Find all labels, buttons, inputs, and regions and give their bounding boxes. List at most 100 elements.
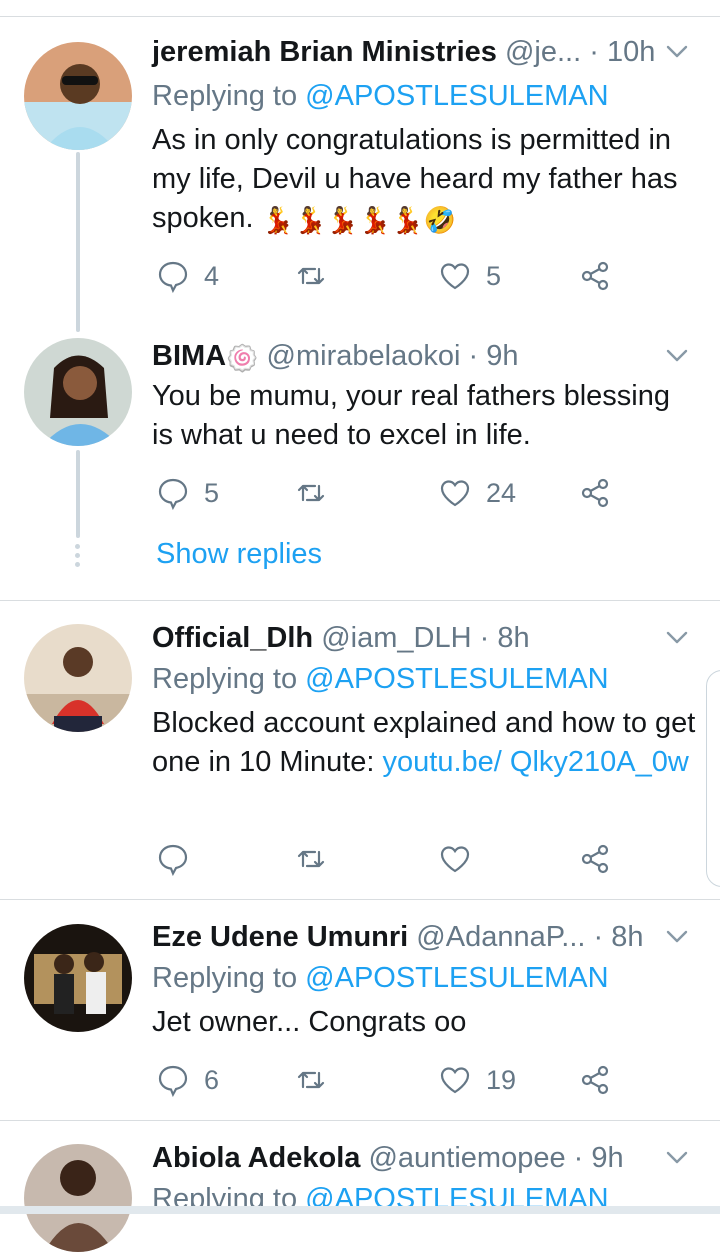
share-icon [581, 1065, 609, 1095]
reply-button[interactable] [156, 839, 204, 879]
author-name-emoji: 🍥 [226, 343, 259, 373]
tweet-header: Official_Dlh @iam_DLH · 8h [152, 618, 692, 658]
avatar[interactable] [24, 42, 132, 150]
replying-to: Replying to @APOSTLESULEMAN [152, 958, 609, 998]
tweet-actions: 4 5 [152, 256, 622, 296]
retweet-icon [297, 1071, 325, 1089]
retweet-button[interactable] [294, 473, 342, 513]
reply-icon [158, 1065, 188, 1097]
tweet-time: 8h [611, 921, 644, 953]
retweet-icon [297, 267, 325, 285]
reply-button[interactable]: 4 [156, 256, 219, 296]
like-button[interactable]: 24 [438, 473, 516, 513]
reply-button[interactable]: 6 [156, 1060, 219, 1100]
author-name[interactable]: Abiola Adekola [152, 1142, 360, 1174]
avatar[interactable] [24, 1144, 132, 1252]
like-icon [440, 1067, 470, 1094]
author-name[interactable]: Eze Udene Umunri [152, 921, 408, 953]
tweet-text: Blocked account explained and how to get… [152, 704, 697, 782]
share-button[interactable] [578, 256, 612, 296]
author-handle[interactable]: @je... [505, 36, 581, 68]
share-icon [581, 261, 609, 291]
chevron-down-icon[interactable] [662, 1142, 692, 1172]
share-button[interactable] [578, 839, 612, 879]
replying-to: Replying to @APOSTLESULEMAN [152, 659, 609, 699]
share-icon [581, 478, 609, 508]
reply-button[interactable]: 5 [156, 473, 219, 513]
tweet-time: 9h [486, 340, 519, 372]
like-button[interactable] [438, 839, 486, 879]
replying-to-label: Replying to [152, 962, 298, 994]
like-icon [440, 846, 470, 873]
tweet-header: Abiola Adekola @auntiemopee · 9h [152, 1138, 692, 1178]
author-name[interactable]: jeremiah Brian Ministries [152, 36, 497, 68]
top-divider [0, 16, 720, 17]
reply-count: 5 [204, 477, 220, 508]
tweet-actions: 5 24 [152, 473, 622, 513]
tweet-actions: 6 19 [152, 1060, 622, 1100]
share-button[interactable] [578, 1060, 612, 1100]
author-handle[interactable]: @mirabelaokoi [267, 340, 461, 372]
tweet-header: jeremiah Brian Ministries @je... · 10h [152, 32, 692, 72]
replying-to-mention[interactable]: @APOSTLESULEMAN [305, 962, 608, 994]
author-handle[interactable]: @auntiemopee [368, 1142, 565, 1174]
author-handle[interactable]: @AdannaP... [416, 921, 585, 953]
tweet-header: Eze Udene Umunri @AdannaP... · 8h [152, 917, 692, 957]
reply-icon [158, 478, 188, 510]
offscreen-card-edge [706, 670, 720, 887]
thread-line [76, 450, 80, 538]
divider [0, 600, 720, 601]
avatar[interactable] [24, 338, 132, 446]
like-button[interactable]: 19 [438, 1060, 516, 1100]
like-count: 5 [486, 260, 502, 291]
divider [0, 899, 720, 900]
replying-to-mention[interactable]: @APOSTLESULEMAN [305, 663, 608, 695]
tweet-actions [152, 839, 622, 879]
reply-count: 6 [204, 1064, 220, 1095]
thread-line [76, 152, 80, 332]
divider [0, 1120, 720, 1121]
tweet-emojis: 💃💃💃💃💃🤣 [261, 205, 456, 235]
tweet-text: You be mumu, your real fathers blessing … [152, 380, 670, 451]
tweet-text: As in only congratulations is permitted … [152, 121, 697, 240]
tweet-link[interactable]: youtu.be/ Qlky210A_0w [383, 746, 689, 778]
tweet-time: 9h [591, 1142, 624, 1174]
retweet-button[interactable] [294, 1060, 342, 1100]
avatar[interactable] [24, 924, 132, 1032]
separator-dot: · [468, 340, 479, 372]
avatar[interactable] [24, 624, 132, 732]
author-name[interactable]: Official_Dlh [152, 622, 313, 654]
tweet-header: BIMA🍥 @mirabelaokoi · 9h [152, 336, 692, 376]
show-replies-link[interactable]: Show replies [156, 538, 322, 571]
tweet-time: 10h [606, 36, 656, 68]
chevron-down-icon[interactable] [662, 340, 692, 370]
author-name[interactable]: BIMA [152, 340, 226, 372]
replying-to-mention[interactable]: @APOSTLESULEMAN [305, 80, 608, 112]
replying-to-label: Replying to [152, 663, 298, 695]
chevron-down-icon[interactable] [662, 36, 692, 66]
bottom-bar [0, 1206, 720, 1214]
tweet-text: Jet owner... Congrats oo [152, 1006, 467, 1038]
author-handle[interactable]: @iam_DLH [321, 622, 471, 654]
retweet-icon [297, 850, 325, 868]
like-count: 19 [486, 1064, 517, 1095]
reply-icon [158, 844, 188, 876]
separator-dot: · [593, 921, 604, 953]
tweet-time: 8h [497, 622, 530, 654]
more-replies-dots [74, 544, 82, 571]
like-icon [440, 263, 470, 290]
retweet-icon [297, 484, 325, 502]
reply-count: 4 [204, 260, 220, 291]
share-icon [581, 844, 609, 874]
replying-to-label: Replying to [152, 80, 298, 112]
like-icon [440, 480, 470, 507]
chevron-down-icon[interactable] [662, 921, 692, 951]
retweet-button[interactable] [294, 256, 342, 296]
like-button[interactable]: 5 [438, 256, 501, 296]
reply-icon [158, 261, 188, 293]
like-count: 24 [486, 477, 517, 508]
retweet-button[interactable] [294, 839, 342, 879]
chevron-down-icon[interactable] [662, 622, 692, 652]
separator-dot: · [573, 1142, 584, 1174]
share-button[interactable] [578, 473, 612, 513]
